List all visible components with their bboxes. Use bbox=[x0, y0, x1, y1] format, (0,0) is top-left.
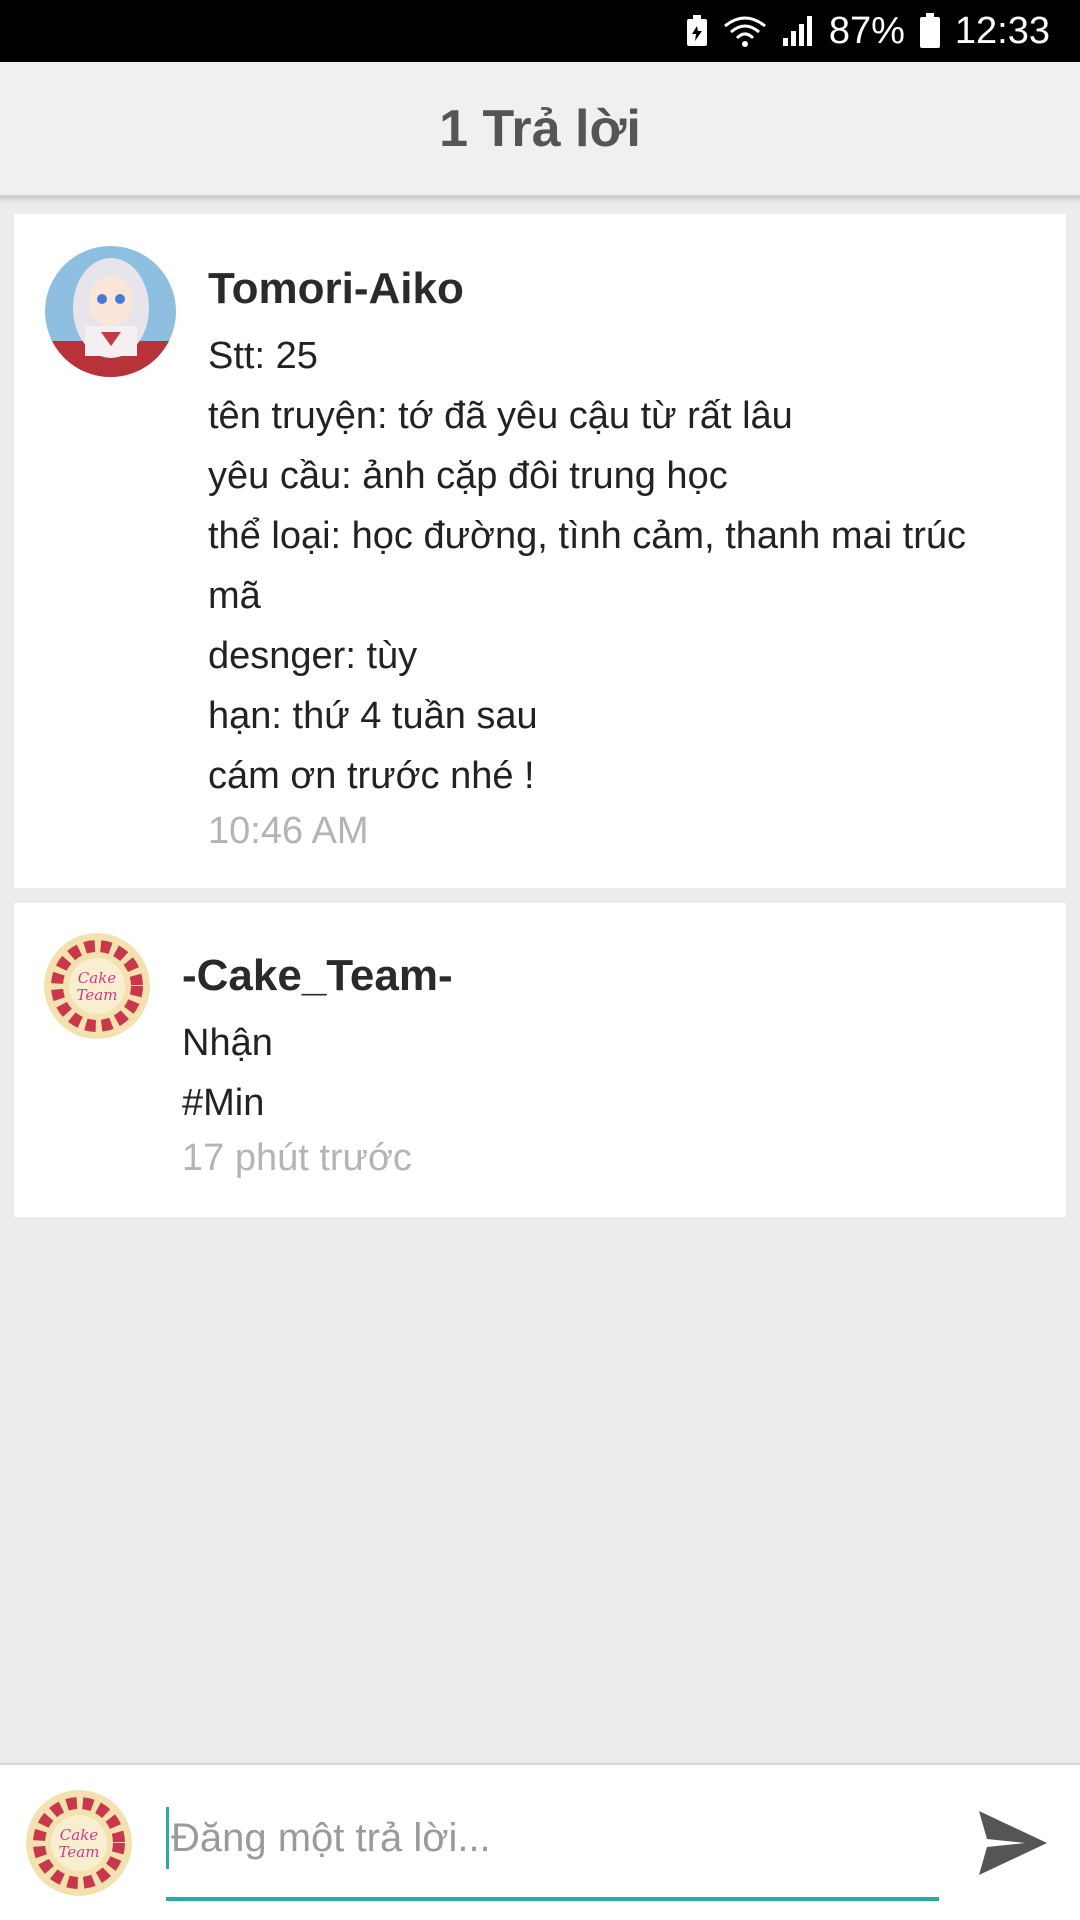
send-button[interactable] bbox=[975, 1807, 1051, 1883]
post-timestamp: 10:46 AM bbox=[208, 810, 369, 852]
post-line: yêu cầu: ảnh cặp đôi trung học bbox=[208, 455, 728, 497]
clock: 12:33 bbox=[954, 9, 1050, 52]
svg-text:Cake: Cake bbox=[60, 1826, 99, 1844]
svg-text:Team: Team bbox=[77, 986, 118, 1004]
reply-body: Nhận #Min bbox=[182, 1013, 1032, 1133]
post-author[interactable]: Tomori-Aiko bbox=[208, 264, 464, 314]
battery-percent: 87% bbox=[828, 9, 905, 52]
cake-team-avatar[interactable]: Cake Team bbox=[44, 933, 150, 1039]
post-line: Stt: 25 bbox=[208, 335, 318, 377]
app-bar: 1 Trả lời bbox=[0, 62, 1080, 198]
send-icon bbox=[977, 1809, 1049, 1882]
compose-bar: Cake Team bbox=[0, 1763, 1080, 1920]
reply-card: Cake Team -Cake_Team- Nhận #Min 17 phút … bbox=[14, 903, 1066, 1217]
reply-line: #Min bbox=[182, 1082, 265, 1124]
battery-icon bbox=[919, 13, 941, 49]
input-underline bbox=[166, 1897, 939, 1901]
status-bar: 87% 12:33 bbox=[0, 0, 1080, 62]
cake-team-avatar: Cake Team bbox=[26, 1790, 132, 1896]
post-line: hạn: thứ 4 tuần sau bbox=[208, 695, 538, 737]
post-line: mã bbox=[208, 575, 261, 617]
post-line: tên truyện: tớ đã yêu cậu từ rất lâu bbox=[208, 395, 793, 437]
post-body: Stt: 25 tên truyện: tớ đã yêu cậu từ rất… bbox=[208, 326, 1038, 806]
reply-author[interactable]: -Cake_Team- bbox=[182, 951, 453, 1001]
post-card: Tomori-Aiko Stt: 25 tên truyện: tớ đã yê… bbox=[14, 214, 1066, 888]
post-line: desnger: tùy bbox=[208, 635, 418, 677]
reply-line: Nhận bbox=[182, 1022, 273, 1064]
svg-text:Cake: Cake bbox=[78, 969, 117, 987]
signal-icon bbox=[781, 14, 815, 48]
battery-saver-icon bbox=[685, 14, 709, 48]
page-title: 1 Trả lời bbox=[439, 99, 641, 158]
anime-girl-avatar[interactable] bbox=[45, 246, 176, 377]
reply-input[interactable] bbox=[166, 1807, 939, 1869]
wifi-icon bbox=[723, 14, 767, 48]
post-line: thể loại: học đường, tình cảm, thanh mai… bbox=[208, 515, 966, 557]
reply-timestamp: 17 phút trước bbox=[182, 1137, 412, 1179]
post-line: cám ơn trước nhé ! bbox=[208, 755, 535, 797]
svg-text:Team: Team bbox=[59, 1843, 100, 1861]
